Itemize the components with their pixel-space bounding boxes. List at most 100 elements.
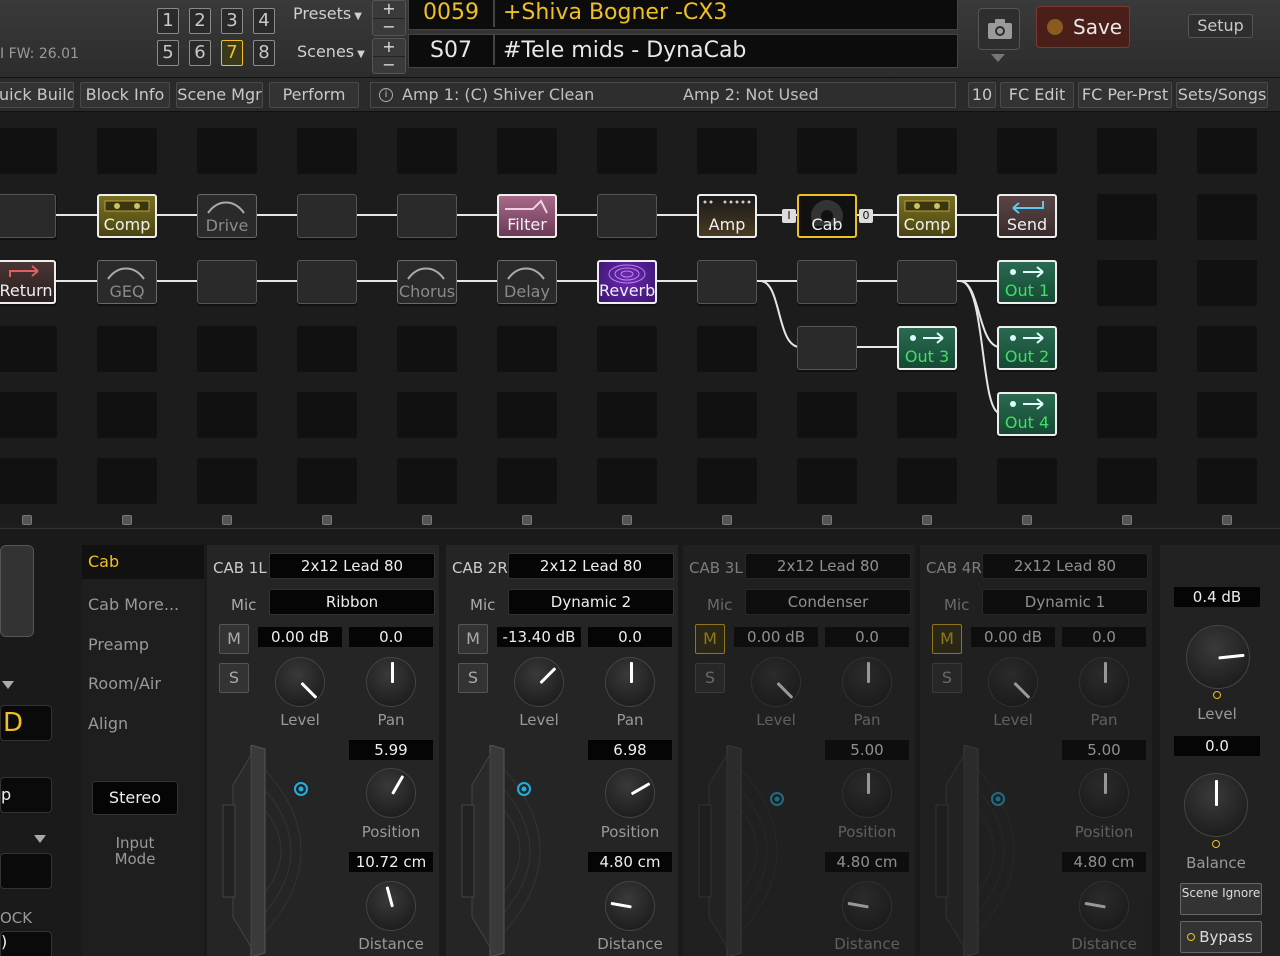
mic-position-speaker[interactable] — [460, 745, 580, 956]
distance-knob[interactable] — [605, 881, 655, 931]
position-knob[interactable] — [842, 768, 892, 818]
position-knob[interactable] — [366, 768, 416, 818]
level-value[interactable]: 0.00 dB — [971, 627, 1055, 647]
block-empty[interactable] — [597, 194, 657, 238]
pan-value[interactable]: 0.0 — [349, 627, 433, 647]
column-handle[interactable] — [22, 515, 32, 525]
position-value[interactable]: 5.00 — [825, 740, 909, 760]
block-empty[interactable] — [397, 194, 457, 238]
solo-button[interactable]: S — [219, 663, 249, 693]
tab-cab-more[interactable]: Cab More... — [88, 595, 179, 614]
block-out-4[interactable]: Out 4 — [997, 392, 1057, 436]
stereo-button[interactable]: Stereo — [92, 781, 178, 815]
pan-knob[interactable] — [842, 657, 892, 707]
perform-button[interactable]: Perform — [269, 82, 359, 108]
scene-button-2[interactable]: 2 — [189, 8, 211, 34]
mic-selector[interactable]: Dynamic 1 — [982, 589, 1148, 615]
column-handle[interactable] — [322, 515, 332, 525]
save-button[interactable]: Save — [1036, 6, 1130, 48]
column-handle[interactable] — [922, 515, 932, 525]
pan-knob[interactable] — [366, 657, 416, 707]
mute-button[interactable]: M — [932, 624, 962, 654]
scene-button-6[interactable]: 6 — [189, 40, 211, 66]
master-balance-knob[interactable] — [1184, 773, 1248, 837]
block-info-button[interactable]: Block Info — [80, 82, 170, 108]
scene-button-3[interactable]: 3 — [221, 8, 243, 34]
block-empty[interactable] — [697, 260, 757, 304]
position-value[interactable]: 5.99 — [349, 740, 433, 760]
master-balance-value[interactable]: 0.0 — [1174, 736, 1260, 756]
block-empty[interactable] — [297, 194, 357, 238]
block-comp[interactable]: Comp — [97, 194, 157, 238]
scene-display[interactable]: S07 #Tele mids - DynaCab — [408, 34, 958, 68]
mic-selector[interactable]: Ribbon — [269, 589, 435, 615]
solo-button[interactable]: S — [458, 663, 488, 693]
level-knob[interactable] — [514, 657, 564, 707]
column-handle[interactable] — [722, 515, 732, 525]
bypass-button[interactable]: Bypass — [1180, 921, 1262, 953]
scene-stepper[interactable]: + − — [372, 38, 406, 74]
pan-value[interactable]: 0.0 — [1062, 627, 1146, 647]
mic-position-marker[interactable] — [770, 792, 784, 806]
column-handle[interactable] — [122, 515, 132, 525]
cab-model-selector[interactable]: 2x12 Lead 80 — [269, 553, 435, 579]
block-geq[interactable]: GEQ — [97, 260, 157, 304]
cab-model-selector[interactable]: 2x12 Lead 80 — [508, 553, 674, 579]
mic-position-marker[interactable] — [991, 792, 1005, 806]
level-value[interactable]: -13.40 dB — [497, 627, 581, 647]
chevron-down-icon[interactable] — [991, 54, 1005, 62]
column-handle[interactable] — [422, 515, 432, 525]
block-reverb[interactable]: Reverb — [597, 260, 657, 304]
column-handle[interactable] — [222, 515, 232, 525]
block-empty[interactable] — [797, 260, 857, 304]
block-out-3[interactable]: Out 3 — [897, 326, 957, 370]
block-empty[interactable] — [897, 260, 957, 304]
fc-per-prst-button[interactable]: FC Per-Prst — [1078, 82, 1172, 108]
column-handle[interactable] — [622, 515, 632, 525]
position-knob[interactable] — [605, 768, 655, 818]
tab-cab[interactable]: Cab — [82, 545, 204, 579]
block-comp-2[interactable]: Comp — [897, 194, 957, 238]
scene-mgr-button[interactable]: Scene Mgr — [176, 82, 263, 108]
distance-value[interactable]: 4.80 cm — [588, 852, 672, 872]
tab-align[interactable]: Align — [88, 714, 128, 733]
scene-button-1[interactable]: 1 — [157, 8, 179, 34]
block-delay[interactable]: Delay — [497, 260, 557, 304]
mute-button[interactable]: M — [458, 624, 488, 654]
mute-button[interactable]: M — [219, 624, 249, 654]
position-value[interactable]: 6.98 — [588, 740, 672, 760]
scene-button-4[interactable]: 4 — [253, 8, 275, 34]
block-drive[interactable]: Drive — [197, 194, 257, 238]
mic-position-marker[interactable] — [294, 782, 308, 796]
scene-button-5[interactable]: 5 — [157, 40, 179, 66]
level-value[interactable]: 0.00 dB — [258, 627, 342, 647]
scene-button-8[interactable]: 8 — [253, 40, 275, 66]
distance-knob[interactable] — [842, 881, 892, 931]
preset-stepper[interactable]: + − — [372, 0, 406, 36]
pan-value[interactable]: 0.0 — [825, 627, 909, 647]
block-filter[interactable]: Filter — [497, 194, 557, 238]
plus-icon[interactable]: + — [373, 1, 405, 18]
distance-knob[interactable] — [366, 881, 416, 931]
column-handle[interactable] — [822, 515, 832, 525]
solo-button[interactable]: S — [932, 663, 962, 693]
presets-menu[interactable]: Presets ▼ — [293, 4, 362, 23]
preset-display[interactable]: 0059 +Shiva Bogner -CX3 — [408, 0, 958, 30]
block-cab[interactable]: Cab — [797, 194, 857, 238]
distance-knob[interactable] — [1079, 881, 1129, 931]
block-empty[interactable] — [197, 260, 257, 304]
column-handle[interactable] — [1022, 515, 1032, 525]
solo-button[interactable]: S — [695, 663, 725, 693]
quick-build-button[interactable]: uick Build — [0, 82, 74, 108]
mic-position-speaker[interactable] — [934, 745, 1054, 956]
fc-edit-button[interactable]: FC Edit — [1000, 82, 1074, 108]
plus-icon[interactable]: + — [373, 39, 405, 56]
minus-icon[interactable]: − — [373, 56, 405, 73]
level-value[interactable]: 0.00 dB — [734, 627, 818, 647]
level-knob[interactable] — [751, 657, 801, 707]
master-level-knob[interactable] — [1186, 625, 1250, 689]
block-out-2[interactable]: Out 2 — [997, 326, 1057, 370]
mic-selector[interactable]: Condenser — [745, 589, 911, 615]
column-handle[interactable] — [1122, 515, 1132, 525]
mute-button[interactable]: M — [695, 624, 725, 654]
